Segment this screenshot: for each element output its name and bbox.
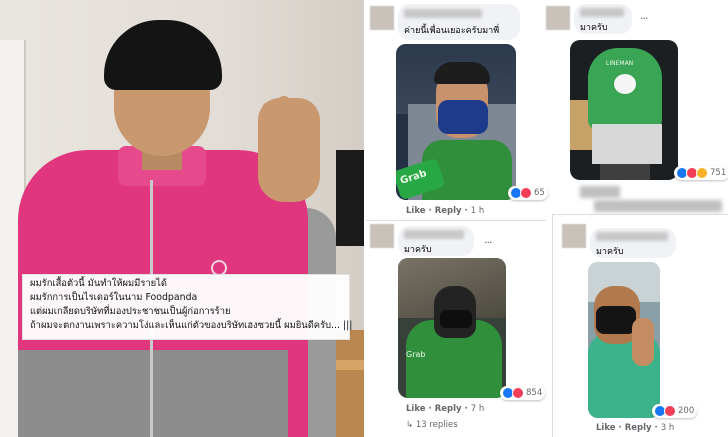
view-replies-link[interactable]: ↳ 13 replies xyxy=(406,420,458,430)
comment-photo[interactable]: Grab xyxy=(398,258,506,398)
separator-dot: · xyxy=(654,423,658,433)
like-link[interactable]: Like xyxy=(406,206,426,216)
divider xyxy=(366,220,546,221)
grab-logo-text: Grab xyxy=(406,350,426,359)
more-options-icon[interactable]: ··· xyxy=(484,236,492,249)
comment-text: มาครับ xyxy=(580,23,608,33)
love-icon xyxy=(512,387,524,399)
comment-actions: Like · Reply · 1 h xyxy=(406,206,484,216)
like-link[interactable]: Like xyxy=(596,423,616,433)
reply-link[interactable]: Reply xyxy=(625,423,652,433)
comment-text: มาครับ xyxy=(404,245,432,255)
commenter-name-blurred xyxy=(596,232,668,241)
comment-time[interactable]: 1 h xyxy=(471,206,485,216)
haha-icon xyxy=(696,167,708,179)
reaction-count: 751 xyxy=(710,168,727,178)
comment-text: มาครับ xyxy=(596,247,624,257)
face-mask xyxy=(438,100,488,134)
replies-count: 13 replies xyxy=(415,420,458,430)
rider-hair xyxy=(434,62,490,84)
avatar[interactable] xyxy=(370,6,394,30)
rider-legs xyxy=(600,164,650,180)
caption-line: ถ้าผมจะตกงานเพราะความโง่และเห็นแก่ตัวของ… xyxy=(30,320,353,331)
caption-line: ผมรักการเป็นไรเดอร์ในนาม Foodpanda xyxy=(30,292,198,303)
comment-photo[interactable]: LINEMAN xyxy=(570,40,678,180)
comment-time[interactable]: 3 h xyxy=(661,423,675,433)
comment-text: ค่ายนี้เพื่อนเยอะครับมาพี่ xyxy=(404,26,500,36)
reaction-summary[interactable]: 751 xyxy=(674,166,728,180)
finger xyxy=(292,100,306,160)
like-link[interactable]: Like xyxy=(406,404,426,414)
separator-dot: · xyxy=(464,206,468,216)
separator-dot: · xyxy=(428,404,432,414)
comment-actions: Like · Reply · 3 h xyxy=(596,423,674,433)
love-icon xyxy=(664,405,676,417)
love-icon xyxy=(520,187,532,199)
divider xyxy=(552,214,553,437)
raised-hand xyxy=(632,318,654,366)
lineman-logo-icon xyxy=(614,74,636,94)
reaction-count: 854 xyxy=(526,388,543,398)
avatar[interactable] xyxy=(546,6,570,30)
avatar[interactable] xyxy=(562,224,586,248)
lineman-text: LINEMAN xyxy=(606,60,634,67)
collage-divider xyxy=(364,0,366,437)
separator-dot: · xyxy=(428,206,432,216)
comment-actions: Like · Reply · 7 h xyxy=(406,404,484,414)
commenter-name-blurred xyxy=(404,9,482,18)
reaction-count: 200 xyxy=(678,406,695,416)
blurred-area xyxy=(594,200,722,212)
reaction-summary[interactable]: 65 xyxy=(508,186,548,200)
divider xyxy=(552,214,728,215)
caption-line: ผมรักเสื้อตัวนี้ มันทำให้ผมมีรายได้ xyxy=(30,278,167,289)
face-mask xyxy=(596,306,636,334)
jacket-lower-panel xyxy=(18,350,288,437)
reply-link[interactable]: Reply xyxy=(435,404,462,414)
separator-dot: · xyxy=(464,404,468,414)
jacket-lower-grey xyxy=(592,124,662,164)
reply-link[interactable]: Reply xyxy=(435,206,462,216)
commenter-name-blurred xyxy=(580,8,624,17)
finger xyxy=(277,96,291,162)
separator-dot: · xyxy=(618,423,622,433)
reaction-summary[interactable]: 200 xyxy=(652,404,698,418)
reaction-count: 65 xyxy=(534,188,545,198)
more-options-icon[interactable]: ··· xyxy=(640,12,648,25)
comment-time[interactable]: 7 h xyxy=(471,404,485,414)
blurred-area xyxy=(580,186,620,198)
tv-screen xyxy=(336,150,364,246)
face-mask xyxy=(440,310,472,328)
finger xyxy=(262,102,276,162)
rider-protest-photo: ผมรักเสื้อตัวนี้ มันทำให้ผมมีรายได้ ผมรั… xyxy=(0,0,364,437)
reply-arrow-icon: ↳ xyxy=(406,420,416,430)
comment-photo[interactable]: Grab xyxy=(396,44,516,200)
avatar[interactable] xyxy=(370,224,394,248)
commenter-name-blurred xyxy=(404,230,464,239)
comment-photo[interactable] xyxy=(588,262,660,418)
reaction-summary[interactable]: 854 xyxy=(500,386,546,400)
caption-line: แต่ผมเกลียดบริษัทที่มองประชาชนเป็นผู้ก่อ… xyxy=(30,306,231,317)
